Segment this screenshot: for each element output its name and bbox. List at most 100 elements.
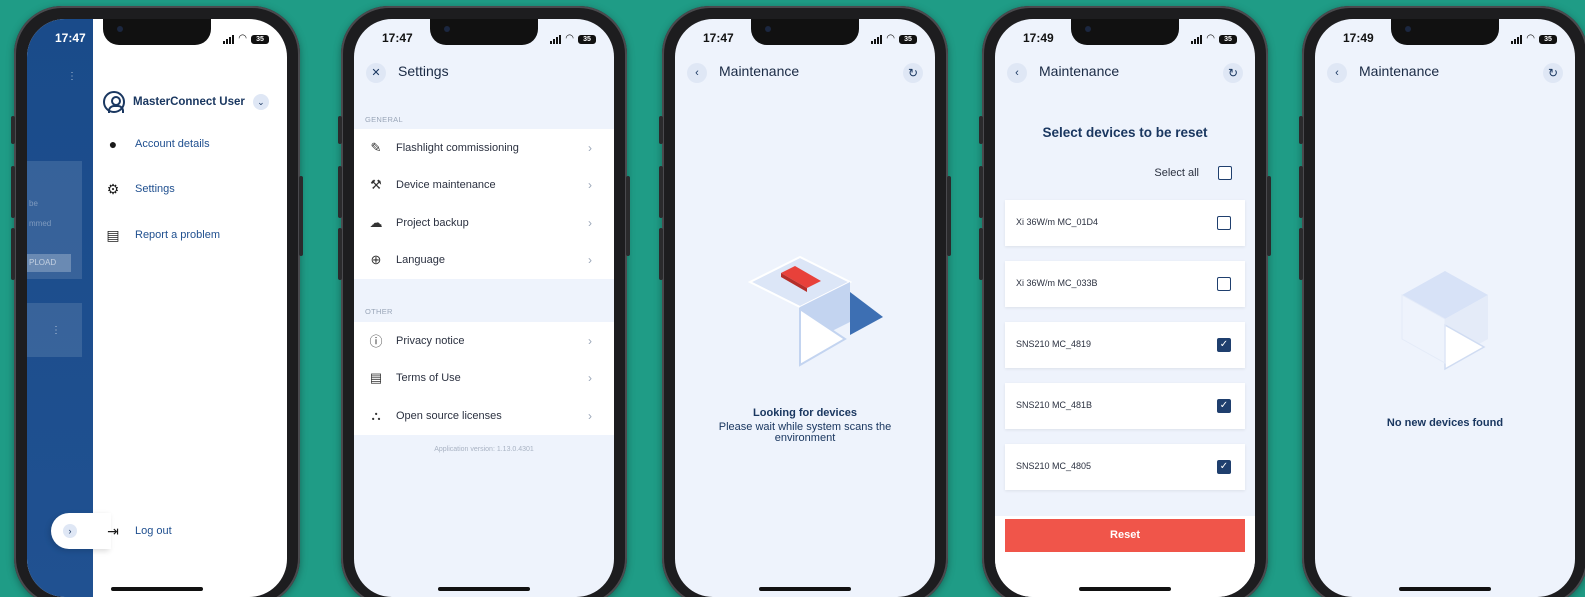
status-time: 17:49 [1343,31,1374,45]
header: ‹ Maintenance ↻ [995,57,1255,89]
device-checkbox[interactable]: ✓ [1217,460,1231,474]
device-row[interactable]: SNS210 MC_4819 ✓ [1005,322,1245,368]
settings-item-licenses[interactable]: ⛬ Open source licenses › [354,397,614,435]
cloud-upload-icon: ☁ [369,214,383,230]
signal-icon [1191,34,1203,44]
close-button[interactable]: ✕ [366,63,386,83]
chevron-right-icon: › [588,408,592,423]
feedback-icon: ▤ [106,227,120,243]
settings-item-terms[interactable]: ▤ Terms of Use › [354,360,614,398]
chevron-right-icon: › [588,333,592,348]
flashlight-icon: ✎ [370,139,382,155]
home-indicator [1079,587,1171,591]
user-switcher[interactable]: MasterConnect User ⌄ [103,91,269,113]
refresh-button[interactable]: ↻ [1543,63,1563,83]
chevron-right-icon: › [588,253,592,268]
battery-icon: 35 [578,34,596,44]
settings-item-language[interactable]: ⊕ Language › [354,242,614,280]
back-button[interactable]: ‹ [687,63,707,83]
background-text: mmed [29,219,52,228]
screen-maintenance-empty: 17:49 ◠ 35 ‹ Maintenance ↻ No new device… [1315,19,1575,597]
status-time: 17:47 [382,31,413,45]
account-circle-icon: ● [108,136,118,152]
shapes-icon: ⛬ [371,407,381,423]
chevron-right-icon: › [588,178,592,193]
device-name: Xi 36W/m MC_033B [1016,278,1098,288]
back-button[interactable]: ‹ [1007,63,1027,83]
phone-frame: 17:47 ◠ 35 ‹ Maintenance ↻ Looking for d… [659,6,951,597]
refresh-button[interactable]: ↻ [903,63,923,83]
gear-icon: ⚙ [106,181,120,197]
menu-report-problem[interactable]: ▤ Report a problem [105,227,220,243]
home-indicator [438,587,530,591]
screen-settings: 17:47 ◠ 35 ✕ Settings GENERAL ✎ Flashlig… [354,19,614,597]
screen-maintenance-select: 17:49 ◠ 35 ‹ Maintenance ↻ Select device… [995,19,1255,597]
battery-icon: 35 [899,34,917,44]
battery-icon: 35 [1539,34,1557,44]
device-row[interactable]: SNS210 MC_4805 ✓ [1005,444,1245,490]
settings-item-device-maintenance[interactable]: ⚒ Device maintenance › [354,167,614,205]
page-title: Settings [398,63,449,79]
menu-settings[interactable]: ⚙ Settings [105,181,175,197]
settings-item-privacy[interactable]: ⓘ Privacy notice › [354,322,614,360]
settings-group-other: ⓘ Privacy notice › ▤ Terms of Use › ⛬ Op… [354,322,614,435]
device-checkbox[interactable]: ✓ [1217,399,1231,413]
menu-account-details[interactable]: ● Account details [105,136,210,152]
chevron-right-icon: › [588,371,592,386]
chevron-right-icon: › [588,140,592,155]
back-button[interactable]: ‹ [1327,63,1347,83]
user-name: MasterConnect User [133,96,245,108]
settings-group-general: ✎ Flashlight commissioning › ⚒ Device ma… [354,129,614,279]
device-checkbox[interactable] [1217,277,1231,291]
more-icon: ⋮ [51,325,61,336]
scanning-illustration [747,255,883,367]
signal-icon [1511,34,1523,44]
collapse-drawer-button[interactable]: › [51,513,111,549]
logout-button[interactable]: ⇥ Log out [105,523,172,539]
status-message: Please wait while system scans the envir… [718,421,892,444]
more-icon: ⋮ [67,71,77,82]
status-title: Looking for devices [753,407,857,419]
home-indicator [759,587,851,591]
home-indicator [1399,587,1491,591]
settings-item-flashlight[interactable]: ✎ Flashlight commissioning › [354,129,614,167]
info-icon: ⓘ [369,334,383,350]
section-header-general: GENERAL [365,115,403,124]
document-icon: ▤ [369,370,383,386]
screen-maintenance-scanning: 17:47 ◠ 35 ‹ Maintenance ↻ Looking for d… [675,19,935,597]
device-checkbox[interactable]: ✓ [1217,338,1231,352]
device-row[interactable]: Xi 36W/m MC_01D4 [1005,200,1245,246]
app-version: Application version: 1.13.0.4301 [434,446,534,453]
select-all-checkbox[interactable] [1218,166,1232,180]
wifi-icon: ◠ [886,33,895,44]
user-avatar-icon [103,91,125,113]
battery-icon: 35 [1219,34,1237,44]
status-time: 17:47 [703,31,734,45]
phone-frame: 17:49 ◠ 35 ‹ Maintenance ↻ No new device… [1299,6,1585,597]
device-checkbox[interactable] [1217,216,1231,230]
device-row[interactable]: SNS210 MC_481B ✓ [1005,383,1245,429]
chevron-down-icon[interactable]: ⌄ [252,94,269,110]
chevron-right-icon: › [588,215,592,230]
empty-message: No new devices found [1386,417,1504,429]
select-all-label: Select all [1154,167,1199,179]
logout-icon: ⇥ [107,523,119,539]
device-name: Xi 36W/m MC_01D4 [1016,217,1099,227]
home-indicator [111,587,203,591]
background-button: PLOAD [27,254,71,272]
signal-icon [871,34,883,44]
refresh-button[interactable]: ↻ [1223,63,1243,83]
device-row[interactable]: Xi 36W/m MC_033B [1005,261,1245,307]
header: ✕ Settings [354,57,614,89]
phone-frame: 17:49 ◠ 35 ‹ Maintenance ↻ Select device… [979,6,1271,597]
header: ‹ Maintenance ↻ [675,57,935,89]
settings-item-project-backup[interactable]: ☁ Project backup › [354,204,614,242]
header: ‹ Maintenance ↻ [1315,57,1575,89]
screen-drawer-menu: ⋮ be mmed PLOAD ⋮ 17:47 ◠ 35 MasterConne… [27,19,287,597]
section-heading: Select devices to be reset [1042,125,1208,140]
background-text: be [29,199,38,208]
chevron-right-icon: › [63,524,77,538]
wifi-icon: ◠ [565,33,574,44]
device-name: SNS210 MC_4819 [1016,339,1092,349]
reset-button[interactable]: Reset [1005,519,1245,552]
